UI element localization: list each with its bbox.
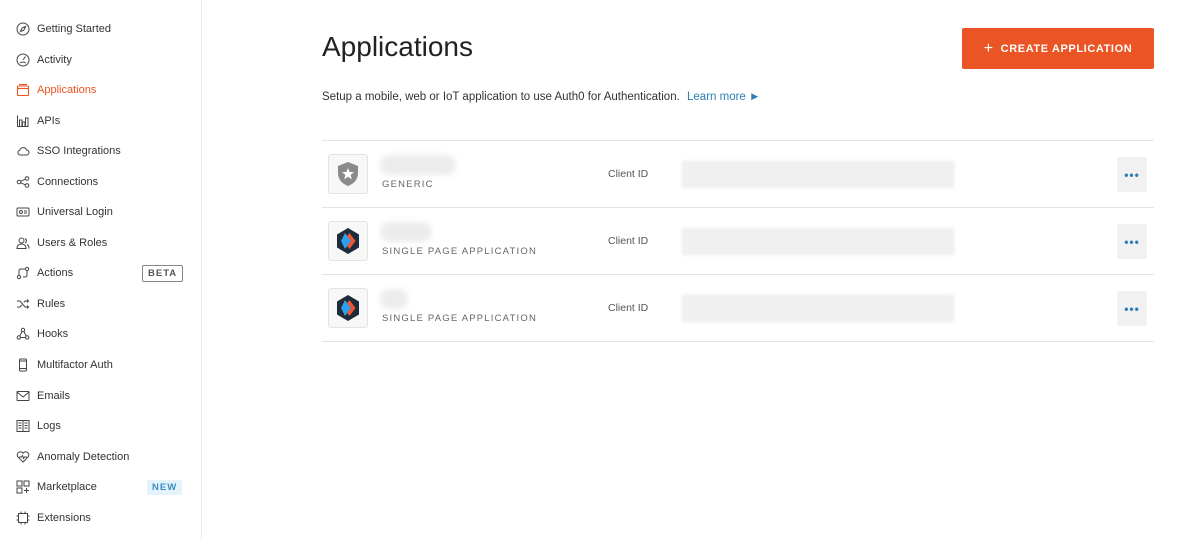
sidebar-item-label: APIs [37, 115, 61, 127]
application-name-redacted[interactable] [380, 222, 432, 242]
sidebar-item-label: Extensions [37, 512, 91, 524]
more-options-button[interactable]: ••• [1117, 291, 1147, 326]
sidebar-item-marketplace[interactable]: Marketplace [16, 477, 97, 497]
application-name-redacted[interactable] [380, 289, 408, 309]
create-application-label: CREATE APPLICATION [1000, 42, 1133, 55]
rules-shuffle-icon [16, 297, 30, 311]
activity-gauge-icon [16, 53, 30, 67]
compass-icon [16, 22, 30, 36]
more-options-button[interactable]: ••• [1117, 224, 1147, 259]
sidebar-item-multifactor-auth[interactable]: Multifactor Auth [16, 355, 113, 375]
book-icon [16, 419, 30, 433]
mail-icon [16, 389, 30, 403]
sidebar-item-rules[interactable]: Rules [16, 294, 65, 314]
create-application-button[interactable]: + CREATE APPLICATION [962, 28, 1154, 69]
learn-more-link[interactable]: Learn more ► [687, 91, 760, 103]
page-title: Applications [322, 31, 473, 62]
sidebar-item-logs[interactable]: Logs [16, 416, 61, 436]
sidebar-item-connections[interactable]: Connections [16, 172, 98, 192]
plus-icon: + [983, 39, 994, 57]
client-id-field[interactable] [682, 161, 954, 188]
hooks-icon [16, 327, 30, 341]
sidebar-item-label: Logs [37, 420, 61, 432]
apis-icon [16, 114, 30, 128]
chip-icon [16, 511, 30, 525]
client-id-label: Client ID [608, 302, 649, 314]
sidebar-item-getting-started[interactable]: Getting Started [16, 19, 111, 39]
client-id-label: Client ID [608, 168, 649, 180]
sidebar-item-label: SSO Integrations [37, 145, 121, 157]
users-icon [16, 236, 30, 250]
sidebar-item-label: Actions [37, 267, 74, 279]
subtitle-text: Setup a mobile, web or IoT application t… [322, 91, 680, 103]
auth0-shield-icon [328, 154, 368, 194]
application-name-redacted[interactable] [380, 155, 456, 175]
sidebar-item-label: Hooks [37, 328, 69, 340]
sidebar-item-label: Marketplace [37, 481, 97, 493]
application-row[interactable]: SINGLE PAGE APPLICATION Client ID ••• [322, 208, 1154, 275]
application-row[interactable]: GENERIC Client ID ••• [322, 141, 1154, 208]
sidebar-item-hooks[interactable]: Hooks [16, 324, 68, 344]
sidebar-item-extensions[interactable]: Extensions [16, 508, 91, 528]
connections-icon [16, 175, 30, 189]
application-row[interactable]: SINGLE PAGE APPLICATION Client ID ••• [322, 275, 1154, 342]
applications-icon [16, 83, 30, 97]
application-type: GENERIC [382, 179, 434, 190]
sidebar-item-actions[interactable]: Actions [16, 263, 73, 283]
application-list: GENERIC Client ID ••• SINGLE PAGE APPLIC… [322, 140, 1154, 342]
sidebar-item-sso-integrations[interactable]: SSO Integrations [16, 141, 121, 161]
spa-hexagon-icon [328, 288, 368, 328]
sidebar-item-universal-login[interactable]: Universal Login [16, 202, 113, 222]
sidebar-item-users-roles[interactable]: Users & Roles [16, 233, 107, 253]
sidebar-item-emails[interactable]: Emails [16, 386, 70, 406]
application-type: SINGLE PAGE APPLICATION [382, 313, 538, 324]
new-badge: NEW [147, 480, 183, 495]
phone-icon [16, 358, 30, 372]
sidebar-item-label: Multifactor Auth [37, 359, 113, 371]
sidebar-item-label: Applications [37, 84, 97, 96]
sidebar-item-anomaly-detection[interactable]: Anomaly Detection [16, 447, 129, 467]
client-id-label: Client ID [608, 235, 649, 247]
sidebar-item-label: Activity [37, 54, 72, 66]
spa-hexagon-icon [328, 221, 368, 261]
sidebar-item-label: Connections [37, 176, 99, 188]
sidebar-item-applications[interactable]: Applications [16, 80, 96, 100]
sidebar-item-label: Users & Roles [37, 237, 108, 249]
actions-icon [16, 266, 30, 280]
beta-badge: BETA [142, 265, 184, 282]
sidebar-item-label: Rules [37, 298, 66, 310]
more-options-button[interactable]: ••• [1117, 157, 1147, 192]
marketplace-icon [16, 480, 30, 494]
cloud-icon [16, 144, 30, 158]
page-subtitle: Setup a mobile, web or IoT application t… [322, 91, 760, 103]
sidebar-item-label: Emails [37, 390, 71, 402]
universal-login-icon [16, 205, 30, 219]
sidebar-item-label: Anomaly Detection [37, 451, 130, 463]
sidebar-item-apis[interactable]: APIs [16, 111, 60, 131]
heart-icon [16, 450, 30, 464]
sidebar-item-label: Universal Login [37, 206, 113, 218]
client-id-field[interactable] [682, 228, 954, 255]
sidebar: Getting Started Activity Applications AP… [0, 0, 202, 540]
application-type: SINGLE PAGE APPLICATION [382, 246, 538, 257]
sidebar-item-activity[interactable]: Activity [16, 50, 72, 70]
sidebar-item-label: Getting Started [37, 23, 111, 35]
client-id-field[interactable] [682, 295, 954, 322]
